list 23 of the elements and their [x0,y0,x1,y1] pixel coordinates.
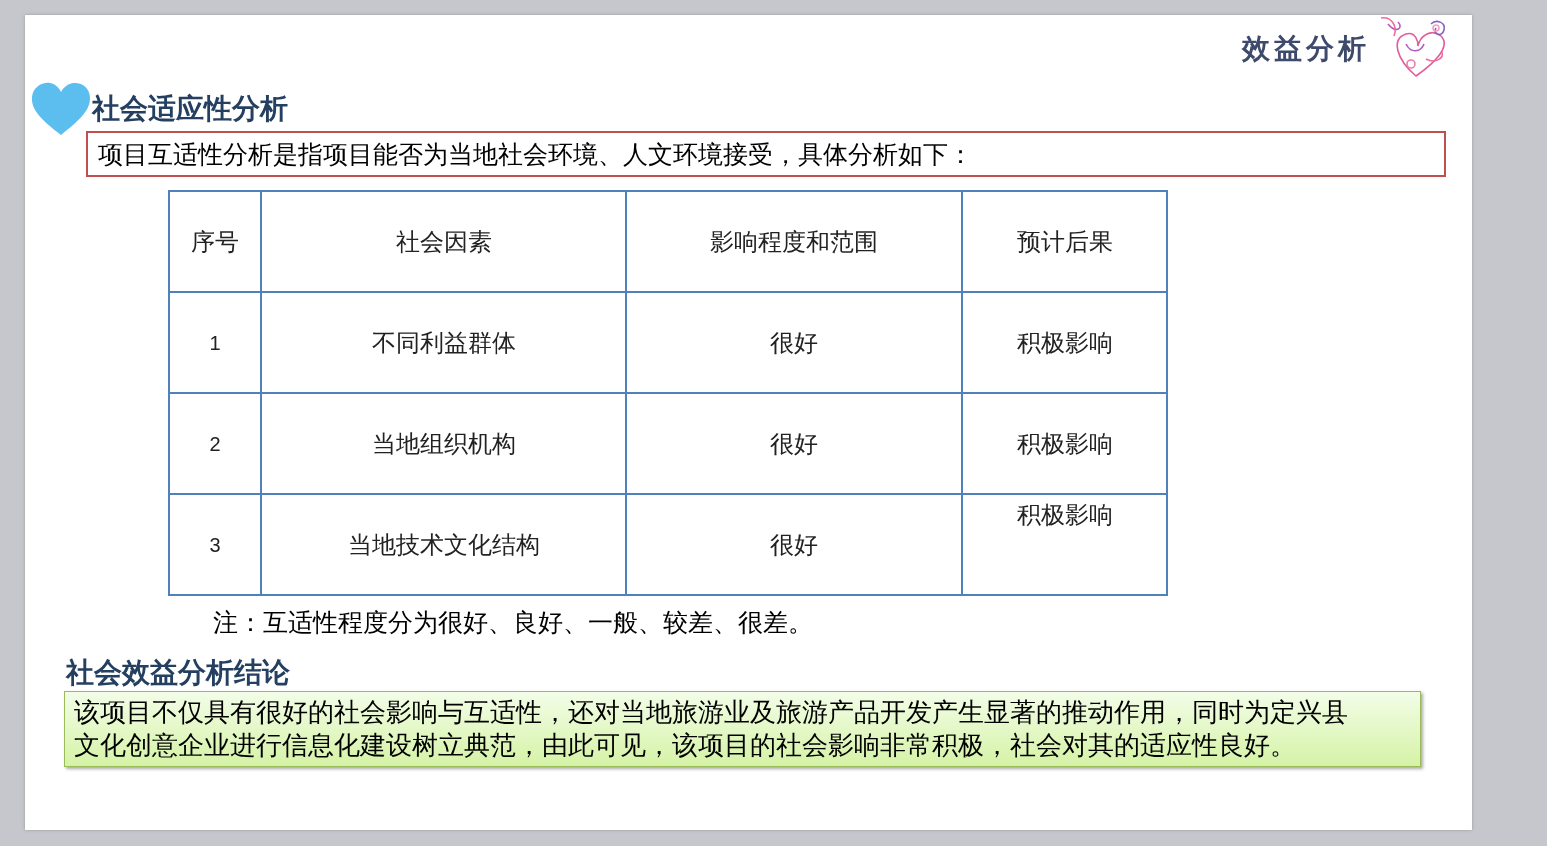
table-cell: 不同利益群体 [261,292,626,393]
section-title: 效益分析 [1242,32,1370,66]
intro-text: 项目互适性分析是指项目能否为当地社会环境、人文环境接受，具体分析如下： [86,131,1446,177]
heart-icon [30,81,92,137]
section-heading: 社会适应性分析 [92,92,288,126]
table-cell: 积极影响 [962,292,1167,393]
table-cell: 积极影响 [962,393,1167,494]
table-cell: 当地组织机构 [261,393,626,494]
table-cell: 2 [169,393,261,494]
column-header: 影响程度和范围 [626,191,962,292]
table-cell: 当地技术文化结构 [261,494,626,595]
table-cell: 很好 [626,292,962,393]
column-header: 社会因素 [261,191,626,292]
conclusion-text: 该项目不仅具有很好的社会影响与互适性，还对当地旅游业及旅游产品开发产生显著的推动作用，同时为定兴县 文化创意企业进行信息化建设树立典范，由此可见，该项目的社会影响非常积极，社会对其的适应性良好。 [64,691,1421,768]
table-cell: 1 [169,292,261,393]
table-cell: 很好 [626,393,962,494]
column-header: 序号 [169,191,261,292]
table-cell: 很好 [626,494,962,595]
column-header: 预计后果 [962,191,1167,292]
table-note: 注：互适性程度分为很好、良好、一般、较差、很差。 [213,607,814,638]
table-cell: 3 [169,494,261,595]
section-heading: 社会效益分析结论 [66,655,291,690]
table-cell: 积极影响 [962,494,1167,595]
